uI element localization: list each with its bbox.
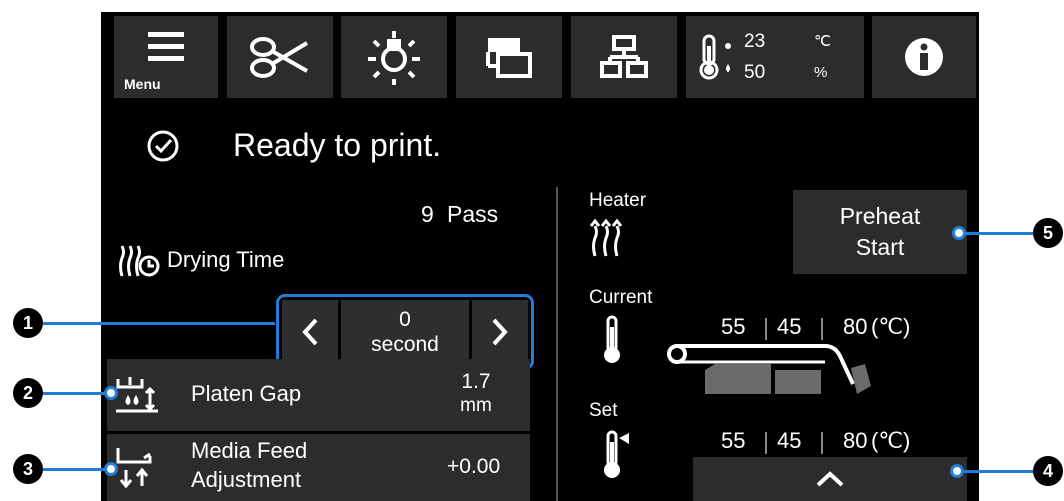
platen-heater-block (775, 370, 821, 394)
chevron-left-icon (302, 318, 318, 346)
callout-2-line (43, 392, 108, 395)
menu-button[interactable]: Menu (114, 16, 218, 98)
network-icon (600, 35, 648, 78)
pass-value: 9 (421, 201, 434, 227)
menu-label: Menu (124, 76, 161, 92)
callout-5-line (962, 232, 1033, 235)
panel-divider (556, 187, 558, 501)
media-layers-icon (486, 38, 532, 78)
set-temp-pre: 55 (721, 428, 746, 453)
ready-check-icon (147, 130, 179, 162)
current-label: Current (589, 287, 653, 308)
callout-3-dot (104, 462, 118, 476)
callout-4: 4 (1033, 456, 1063, 486)
platen-gap-icon (116, 377, 158, 413)
light-button[interactable] (341, 16, 447, 98)
temp-separator (821, 432, 823, 454)
set-temp-platen: 45 (777, 428, 802, 453)
scissors-icon (250, 37, 309, 78)
pre-heater-block (705, 370, 771, 394)
set-thermometer-icon (604, 430, 629, 478)
set-label: Set (589, 400, 618, 421)
temperature-value: 23 (744, 31, 766, 52)
media-feed-label-line1: Media Feed (191, 438, 308, 463)
control-panel-screen: Menu 23 50 ℃ % Ready to print. 9 Pass Dr… (101, 12, 979, 501)
expand-up-button[interactable] (693, 457, 967, 501)
media-button[interactable] (456, 16, 562, 98)
callout-4-line (960, 470, 1033, 473)
heater-icon (589, 218, 623, 257)
cutter-button[interactable] (227, 16, 333, 98)
callout-5: 5 (1033, 218, 1063, 248)
preheat-label-line2: Start (855, 234, 905, 260)
drying-time-increase-button[interactable] (472, 300, 528, 364)
after-heater-block (851, 364, 871, 394)
drying-time-unit: second (371, 333, 439, 356)
chevron-right-icon (492, 318, 508, 346)
platen-gap-value: 1.7 (461, 370, 491, 393)
callout-3-line (43, 468, 108, 471)
drying-time-icon (119, 245, 160, 277)
set-temp-unit: (℃) (871, 428, 911, 453)
media-feed-adjustment-row[interactable]: Media Feed Adjustment +0.00 (107, 434, 530, 501)
pass-unit: Pass (447, 201, 499, 227)
platen-gap-unit: mm (460, 395, 492, 416)
temperature-unit: ℃ (814, 33, 831, 50)
current-thermometer-icon (604, 315, 620, 363)
media-feed-label-line2: Adjustment (191, 467, 302, 492)
status-message: Ready to print. (233, 127, 442, 163)
info-icon (905, 38, 943, 76)
thermometer-humidity-icon (699, 34, 731, 80)
drying-time-label: Drying Time (167, 247, 285, 272)
callout-5-dot (952, 226, 966, 240)
callout-4-dot (950, 464, 964, 478)
media-feed-icon (116, 448, 152, 489)
preheat-start-button[interactable]: Preheat Start (793, 190, 967, 274)
info-button[interactable] (872, 16, 976, 98)
callout-1: 1 (13, 308, 43, 338)
callout-3: 3 (13, 454, 43, 484)
set-temp-after: 80 (843, 428, 868, 453)
environment-button[interactable]: 23 50 ℃ % (686, 16, 864, 98)
preheat-label-line1: Preheat (839, 203, 921, 229)
callout-1-line (43, 322, 275, 325)
platen-gap-label: Platen Gap (191, 381, 302, 406)
humidity-value: 50 (744, 62, 766, 83)
light-bulb-icon (368, 31, 420, 85)
humidity-unit: % (814, 64, 828, 81)
callout-2: 2 (13, 378, 43, 408)
network-button[interactable] (571, 16, 677, 98)
temp-separator (765, 432, 767, 454)
heater-title: Heater (589, 190, 647, 211)
menu-icon (148, 32, 184, 61)
drying-time-value-display: 0 second (341, 300, 469, 364)
media-path-diagram (667, 344, 871, 394)
chevron-up-icon (816, 471, 844, 487)
drying-time-value: 0 (399, 308, 411, 331)
callout-2-dot (104, 386, 118, 400)
drying-time-decrease-button[interactable] (282, 300, 338, 364)
platen-gap-row[interactable]: Platen Gap 1.7 mm (107, 359, 530, 431)
media-feed-value: +0.00 (447, 455, 501, 478)
